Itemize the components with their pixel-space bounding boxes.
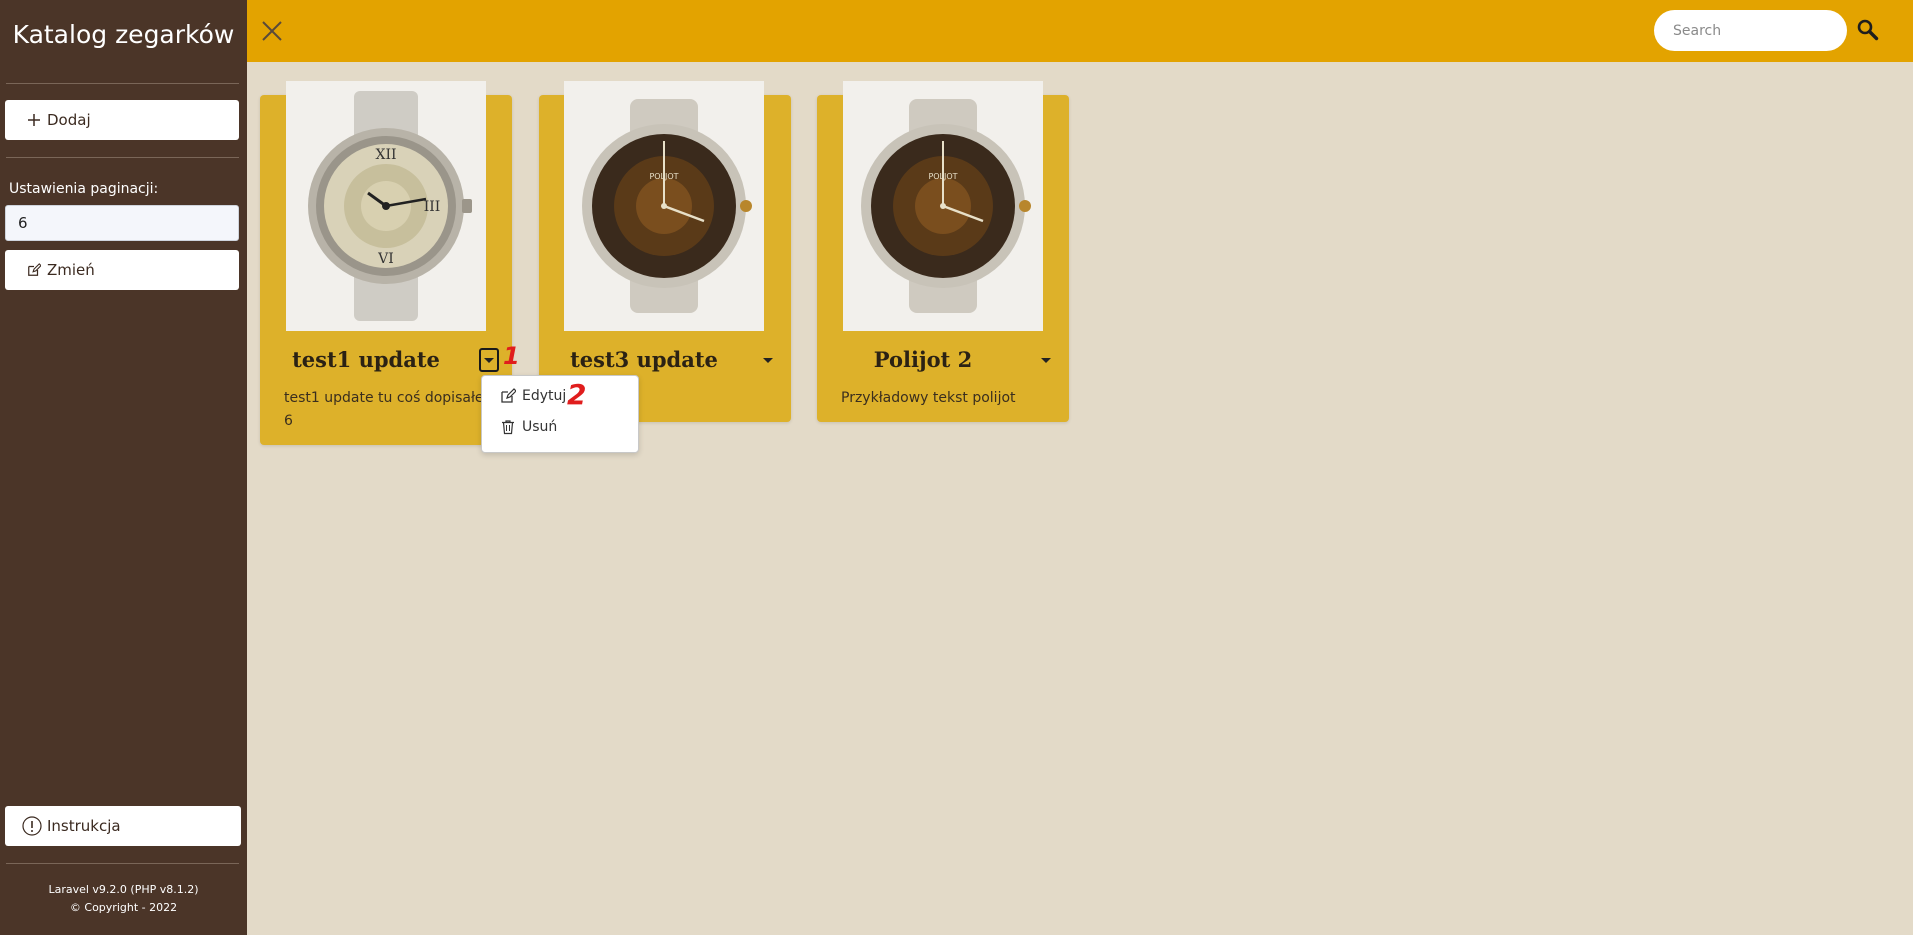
info-icon bbox=[21, 816, 43, 836]
card-description-line: test1 update tu coś dopisałem bbox=[284, 390, 498, 406]
footer-copyright: © Copyright - 2022 bbox=[69, 901, 178, 914]
edit-menu-item[interactable]: Edytuj bbox=[500, 388, 566, 404]
close-icon[interactable] bbox=[260, 19, 284, 43]
trash-icon bbox=[500, 419, 516, 435]
card-title: Polijot 2 bbox=[873, 347, 973, 372]
sidebar: Katalog zegarków Dodaj Ustawienia pagina… bbox=[0, 0, 247, 935]
watch-photo-silver-image: XII III VI bbox=[286, 81, 486, 331]
divider bbox=[6, 157, 239, 158]
svg-text:III: III bbox=[424, 199, 441, 215]
card-title: test3 update bbox=[570, 347, 718, 372]
card-description: test1 update tu coś dopisałem 6 bbox=[284, 387, 509, 433]
plus-icon bbox=[25, 113, 43, 127]
change-button-label: Zmień bbox=[47, 261, 95, 279]
caret-down-icon bbox=[763, 357, 773, 363]
card-description: Przykładowy tekst polijot bbox=[841, 390, 1016, 406]
card-dropdown-menu: Edytuj Usuń bbox=[481, 375, 639, 453]
caret-down-icon bbox=[484, 357, 494, 363]
pagination-label: Ustawienia paginacji: bbox=[9, 181, 159, 197]
annotation-1: 1 bbox=[503, 342, 520, 370]
card-menu-toggle[interactable] bbox=[1036, 348, 1056, 372]
divider bbox=[6, 863, 239, 864]
search-icon[interactable] bbox=[1856, 18, 1880, 42]
card-menu-toggle[interactable] bbox=[479, 348, 499, 372]
add-button-label: Dodaj bbox=[47, 111, 91, 129]
watch-photo-poljot-image: POLJOT bbox=[843, 81, 1043, 331]
edit-menu-label: Edytuj bbox=[522, 388, 567, 404]
card-title: test1 update bbox=[292, 347, 440, 372]
caret-down-icon bbox=[1041, 357, 1051, 363]
topbar bbox=[247, 0, 1913, 62]
search-input[interactable] bbox=[1654, 10, 1847, 51]
svg-text:XII: XII bbox=[375, 147, 396, 163]
delete-menu-item[interactable]: Usuń bbox=[500, 419, 557, 435]
divider bbox=[6, 83, 239, 84]
footer: Laravel v9.2.0 (PHP v8.1.2) © Copyright … bbox=[0, 881, 247, 917]
edit-icon bbox=[25, 263, 43, 277]
watch-photo[interactable]: POLJOT bbox=[564, 81, 764, 331]
change-button[interactable]: Zmień bbox=[5, 250, 239, 290]
watch-photo[interactable]: XII III VI bbox=[286, 81, 486, 331]
svg-text:VI: VI bbox=[377, 251, 394, 267]
delete-menu-label: Usuń bbox=[522, 419, 558, 435]
edit-icon bbox=[500, 388, 516, 404]
watch-photo[interactable]: POLJOT bbox=[843, 81, 1043, 331]
card-description-line: 6 bbox=[284, 413, 293, 429]
card-menu-toggle[interactable] bbox=[758, 348, 778, 372]
brand-title[interactable]: Katalog zegarków bbox=[0, 20, 247, 49]
help-button-label: Instrukcja bbox=[47, 817, 121, 835]
pagination-input[interactable] bbox=[5, 205, 239, 241]
watch-photo-poljot-image: POLJOT bbox=[564, 81, 764, 331]
footer-version: Laravel v9.2.0 (PHP v8.1.2) bbox=[48, 883, 199, 896]
help-button[interactable]: Instrukcja bbox=[5, 806, 241, 846]
add-button[interactable]: Dodaj bbox=[5, 100, 239, 140]
annotation-2: 2 bbox=[567, 378, 587, 411]
